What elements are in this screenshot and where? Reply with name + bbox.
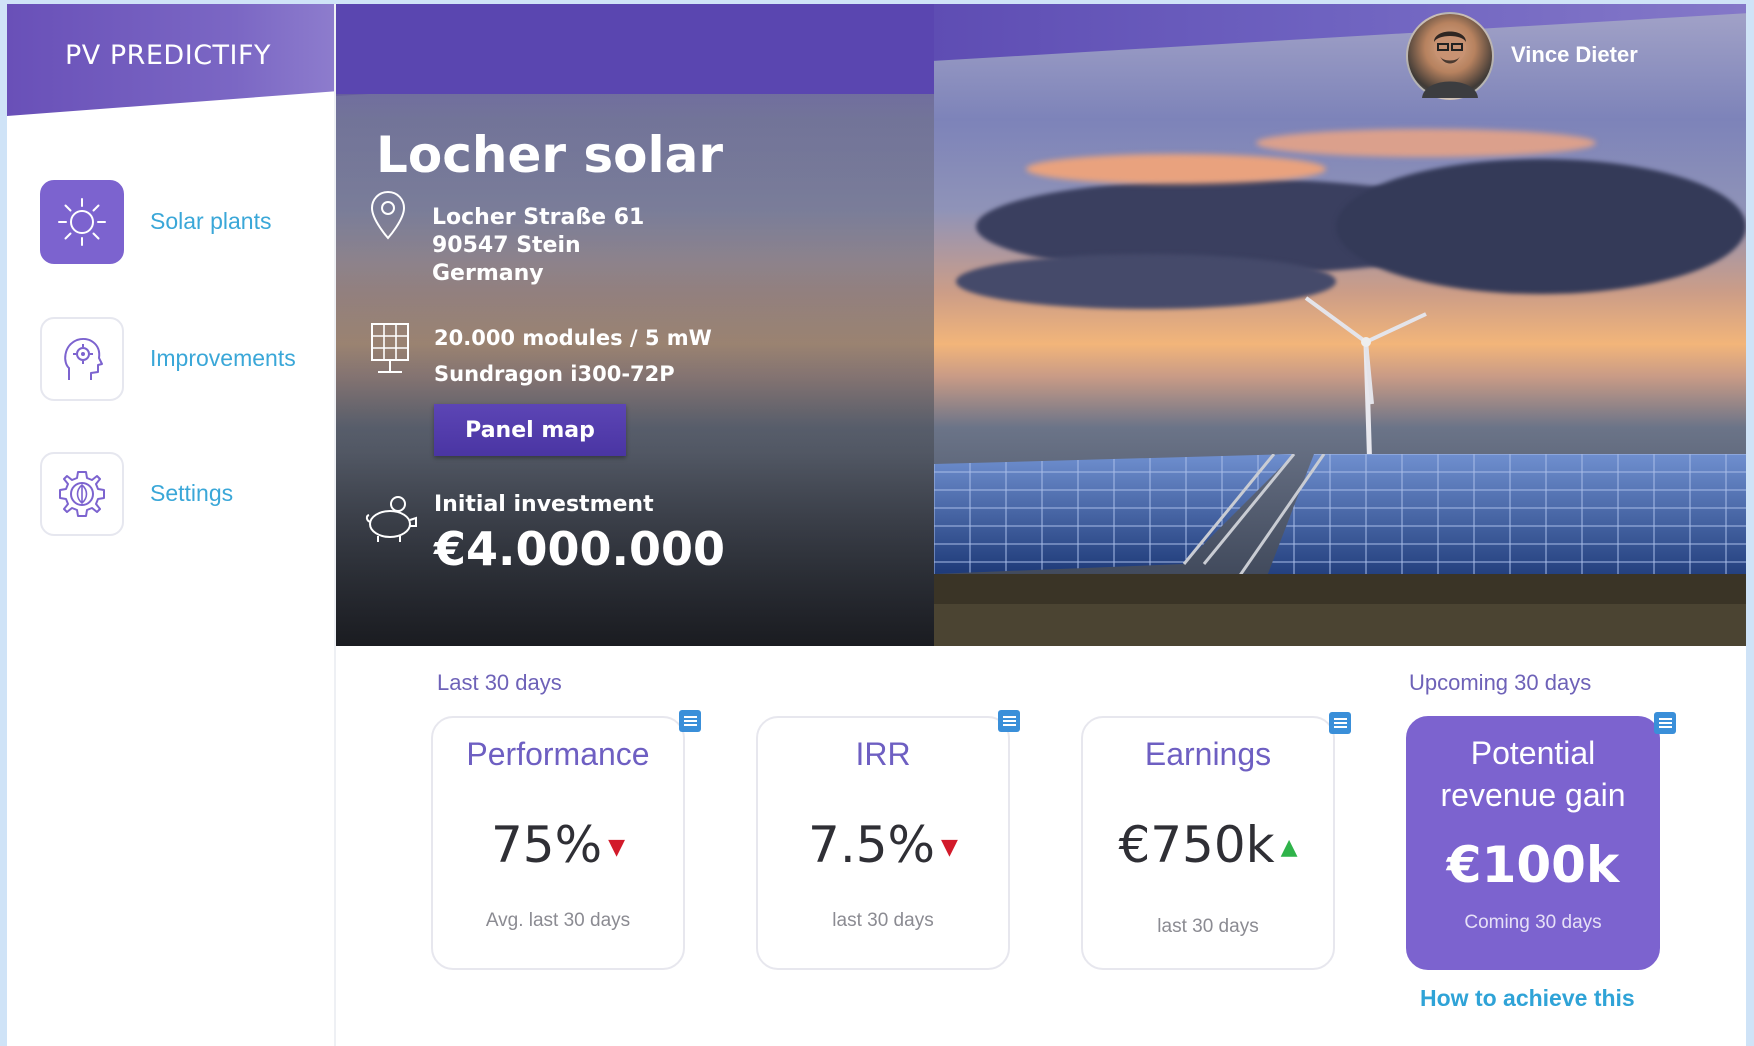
card-value: 75% ▼ — [433, 816, 683, 874]
address-city: 90547 Stein — [432, 233, 581, 258]
card-subtitle: Avg. last 30 days — [485, 910, 631, 931]
address-street: Locher Straße 61 — [432, 205, 645, 230]
card-title: IRR — [855, 736, 911, 772]
card-value: 7.5% ▼ — [758, 816, 1008, 874]
head-gear-icon — [40, 317, 124, 401]
sidebar-item-improvements[interactable]: Improvements — [40, 317, 340, 403]
card-value: €100k — [1446, 836, 1620, 894]
brand-header: PV PREDICTIFY — [7, 4, 334, 116]
wind-turbine-shape — [1304, 296, 1427, 474]
document-icon[interactable] — [679, 710, 701, 732]
card-value-text: 7.5% — [808, 816, 936, 874]
sun-icon — [40, 180, 124, 264]
card-value-text: €750k — [1118, 816, 1275, 874]
sidebar-item-settings[interactable]: Settings — [40, 452, 340, 538]
trend-up-icon: ▲ — [1280, 835, 1298, 860]
left-edge-strip — [0, 0, 7, 1046]
upcoming-30-days-label: Upcoming 30 days — [1409, 670, 1592, 695]
card-title: Earnings — [1144, 736, 1272, 772]
plant-address: Locher Straße 61 90547 Stein Germany — [432, 204, 644, 288]
irr-card: IRR 7.5% ▼ last 30 days — [756, 716, 1010, 970]
card-title: Potential revenue gain — [1408, 732, 1658, 816]
panel-map-button[interactable]: Panel map — [434, 404, 626, 456]
plant-hero: Locher solar Locher Straße 61 90547 Stei… — [336, 4, 1746, 646]
potential-revenue-card[interactable]: Potential revenue gain €100k Coming 30 d… — [1406, 716, 1660, 970]
trend-down-icon: ▼ — [608, 835, 626, 860]
card-subtitle: last 30 days — [1157, 916, 1259, 937]
card-title-line: revenue gain — [1440, 777, 1626, 813]
solar-panels-shape — [934, 454, 1746, 646]
sidebar: PV PREDICTIFY Solar plants Improvements … — [7, 4, 336, 1046]
card-value: €750k ▲ — [1083, 816, 1333, 874]
user-name[interactable]: Vince Dieter — [1511, 42, 1638, 68]
card-title: Performance — [466, 736, 650, 772]
modules-count: 20.000 modules / 5 mW — [434, 326, 712, 350]
sidebar-item-solar-plants[interactable]: Solar plants — [40, 180, 340, 266]
modules-model: Sundragon i300-72P — [434, 362, 675, 386]
user-photo — [1422, 31, 1478, 98]
gear-leaf-icon — [40, 452, 124, 536]
how-to-achieve-link[interactable]: How to achieve this — [1420, 985, 1635, 1012]
document-icon[interactable] — [1654, 712, 1676, 734]
last-30-days-label: Last 30 days — [437, 670, 562, 695]
sidebar-item-label: Solar plants — [150, 208, 272, 234]
plant-title: Locher solar — [376, 126, 724, 184]
card-subtitle: last 30 days — [832, 910, 934, 931]
earnings-card: Earnings €750k ▲ last 30 days — [1081, 716, 1335, 970]
trend-down-icon: ▼ — [941, 835, 958, 860]
address-country: Germany — [432, 261, 544, 286]
location-pin-icon — [370, 190, 406, 240]
investment-value: €4.000.000 — [434, 522, 726, 576]
cloud-shape — [1256, 129, 1596, 157]
performance-card: Performance 75% ▼ Avg. last 30 days — [431, 716, 685, 970]
card-title-line: Potential — [1470, 735, 1596, 771]
sidebar-item-label: Settings — [150, 480, 234, 506]
investment-label: Initial investment — [434, 492, 654, 517]
document-icon[interactable] — [1329, 712, 1351, 734]
card-value-text: 75% — [490, 816, 603, 874]
info-panel-band — [336, 4, 934, 94]
card-subtitle: Coming 30 days — [1464, 912, 1602, 933]
piggy-bank-icon — [365, 496, 417, 542]
sidebar-item-label: Improvements — [150, 345, 296, 371]
plant-modules: 20.000 modules / 5 mW Sundragon i300-72P — [434, 320, 712, 392]
solar-panel-icon — [371, 323, 409, 373]
brand-logo-text: PV PREDICTIFY — [65, 40, 272, 71]
document-icon[interactable] — [998, 710, 1020, 732]
right-edge-strip — [1746, 0, 1754, 1046]
avatar[interactable] — [1406, 12, 1494, 100]
cloud-shape — [1026, 154, 1326, 184]
